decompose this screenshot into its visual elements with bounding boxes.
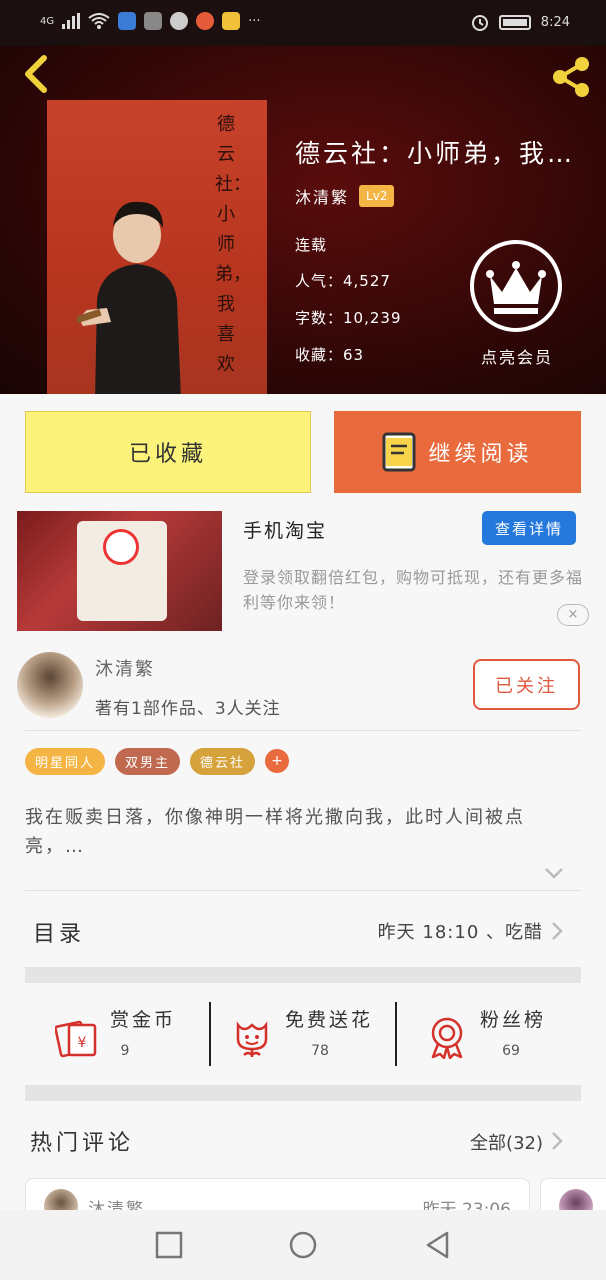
cover-person-image (77, 201, 181, 394)
medal-icon (431, 1017, 463, 1059)
red-packet-icon (103, 529, 139, 565)
level-badge: Lv2 (359, 185, 395, 207)
status-bar: 4G ··· 8:24 (0, 0, 606, 46)
stat-value: 9 (120, 1043, 130, 1059)
vertical-divider (395, 1002, 397, 1066)
tag-item[interactable]: 双男主 (115, 748, 181, 775)
more-notifications: ··· (248, 13, 261, 29)
cover-title: 德云社：小师弟，我喜欢 (215, 114, 251, 375)
network-indicator: 4G (40, 15, 55, 27)
app-notification-icon (222, 12, 241, 30)
continue-reading-label: 继续阅读 (428, 442, 533, 467)
stat-value: 69 (502, 1043, 520, 1059)
svg-text:¥: ¥ (78, 1035, 87, 1051)
book-title: 德云社：小师弟，我… (295, 139, 576, 168)
stat-label: 免费送花 (285, 1009, 374, 1031)
chevron-right-icon[interactable] (550, 920, 564, 942)
close-ad-icon[interactable]: × (557, 604, 589, 626)
divider (25, 730, 581, 731)
free-flowers[interactable]: 免费送花 78 (230, 1005, 400, 1065)
book-icon (382, 432, 416, 472)
stat-label: 赏金币 (110, 1009, 177, 1031)
chevron-right-icon[interactable] (550, 1130, 564, 1152)
popularity: 人气：4,527 (295, 272, 391, 290)
qq-icon (170, 12, 189, 30)
fan-ranking[interactable]: 粉丝榜 69 (425, 1005, 595, 1065)
avatar[interactable] (17, 652, 83, 718)
system-navigation-bar (0, 1210, 606, 1280)
back-icon[interactable] (18, 54, 58, 94)
reward-coins[interactable]: ¥ 赏金币 9 (55, 1005, 225, 1065)
add-tag-button[interactable]: + (265, 749, 290, 773)
ad-description: 登录领取翻倍红包，购物可抵现，还有更多福利等你来领！ (243, 568, 584, 612)
view-details-button[interactable]: 查看详情 (482, 511, 576, 545)
app-notification-icon (144, 12, 163, 30)
ad-image[interactable] (17, 511, 222, 631)
back-nav-icon[interactable] (423, 1230, 453, 1260)
battery-icon (498, 14, 531, 30)
divider (25, 890, 581, 891)
vip-label[interactable]: 点亮会员 (472, 344, 562, 368)
collected-button[interactable]: 已收藏 (25, 411, 311, 493)
tag-item[interactable]: 德云社 (190, 748, 256, 775)
signal-icon (62, 13, 81, 29)
crown-icon[interactable] (468, 238, 564, 334)
tag-list: 明星同人 双男主 德云社 + (25, 748, 290, 775)
author-name[interactable]: 沐清繁 (295, 184, 349, 208)
section-divider (25, 1085, 581, 1101)
follow-button[interactable]: 已关注 (473, 659, 580, 710)
continue-reading-button[interactable]: 继续阅读 (334, 411, 581, 493)
section-divider (25, 967, 581, 983)
vertical-divider (209, 1002, 211, 1066)
ad-title[interactable]: 手机淘宝 (243, 516, 327, 543)
clock: 8:24 (540, 14, 570, 30)
home-icon[interactable] (288, 1230, 318, 1260)
flower-icon (236, 1021, 268, 1057)
stat-value: 78 (311, 1043, 329, 1059)
wifi-icon (88, 13, 110, 29)
book-cover[interactable]: 德云社：小师弟，我喜欢 (47, 100, 267, 394)
author-row: 沐清繁 Lv2 (295, 184, 395, 208)
book-header: 德云社：小师弟，我喜欢 德云社：小师弟，我… 沐清繁 Lv2 连载 人气：4,5… (0, 46, 606, 394)
chevron-down-icon[interactable] (544, 866, 564, 880)
hot-comments-title: 热门评论 (30, 1131, 135, 1156)
share-icon[interactable] (548, 54, 594, 100)
recent-apps-icon[interactable] (154, 1230, 184, 1260)
book-description[interactable]: 我在贩卖日落，你像神明一样将光撒向我，此时人间被点亮，… (25, 803, 581, 861)
serial-status: 连载 (295, 236, 328, 254)
red-envelope-icon: ¥ (55, 1020, 97, 1058)
tag-item[interactable]: 明星同人 (25, 748, 106, 775)
collection-count: 收藏：63 (295, 346, 365, 364)
stat-label: 粉丝榜 (480, 1009, 547, 1031)
author-name[interactable]: 沐清繁 (95, 655, 155, 681)
catalog-title[interactable]: 目录 (33, 916, 85, 948)
author-stats: 著有1部作品、3人关注 (95, 699, 281, 719)
catalog-latest-chapter[interactable]: 昨天 18:10 、吃醋 (378, 918, 543, 944)
weibo-icon (196, 12, 215, 30)
word-count: 字数：10,239 (295, 309, 402, 327)
app-notification-icon (118, 12, 137, 30)
alarm-icon (471, 15, 488, 31)
all-comments-link[interactable]: 全部(32) (470, 1129, 543, 1155)
